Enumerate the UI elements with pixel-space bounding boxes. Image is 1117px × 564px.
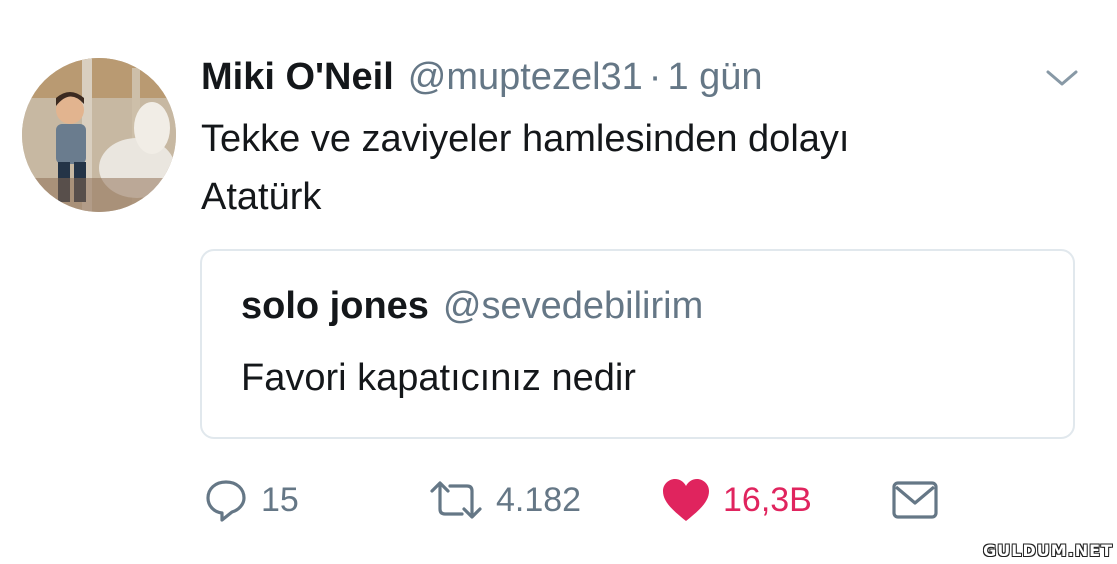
author-handle[interactable]: @muptezel31 bbox=[408, 56, 643, 99]
tweet-text-line: Atatürk bbox=[201, 176, 322, 218]
reply-button[interactable]: 15 bbox=[203, 470, 299, 530]
reply-icon bbox=[206, 480, 246, 522]
envelope-icon bbox=[892, 481, 938, 519]
retweet-icon bbox=[430, 481, 482, 519]
tweet-actions: 15 4.182 16,3B bbox=[0, 470, 1117, 530]
like-button[interactable]: 16,3B bbox=[661, 470, 812, 530]
tweet-timestamp[interactable]: 1 gün bbox=[667, 56, 762, 99]
heart-icon bbox=[663, 479, 709, 521]
tweet-header: Miki O'Neil @muptezel31 · 1 gün bbox=[201, 52, 763, 102]
reply-count: 15 bbox=[261, 480, 299, 519]
profile-photo bbox=[22, 58, 176, 212]
retweet-count: 4.182 bbox=[496, 480, 582, 519]
retweet-button[interactable]: 4.182 bbox=[428, 470, 581, 530]
direct-message-button[interactable] bbox=[891, 470, 939, 530]
quoted-tweet-text: Favori kapatıcınız nedir bbox=[241, 357, 636, 399]
tweet-text-line: Tekke ve zaviyeler hamlesinden dolayı bbox=[201, 118, 850, 160]
quoted-tweet-header: solo jones @sevedebilirim bbox=[241, 285, 703, 328]
avatar[interactable] bbox=[22, 58, 176, 212]
quoted-tweet[interactable]: solo jones @sevedebilirim Favori kapatıc… bbox=[200, 249, 1075, 439]
watermark-logo: GULDUM.NET bbox=[983, 541, 1113, 560]
quoted-author-handle: @sevedebilirim bbox=[442, 285, 704, 327]
chevron-down-icon[interactable] bbox=[1042, 64, 1082, 92]
separator-dot: · bbox=[648, 55, 662, 98]
tweet-text: Tekke ve zaviyeler hamlesinden dolayı At… bbox=[201, 110, 1061, 226]
author-display-name[interactable]: Miki O'Neil bbox=[201, 56, 394, 99]
like-count: 16,3B bbox=[723, 480, 812, 519]
quoted-author-display-name: solo jones bbox=[241, 285, 429, 327]
